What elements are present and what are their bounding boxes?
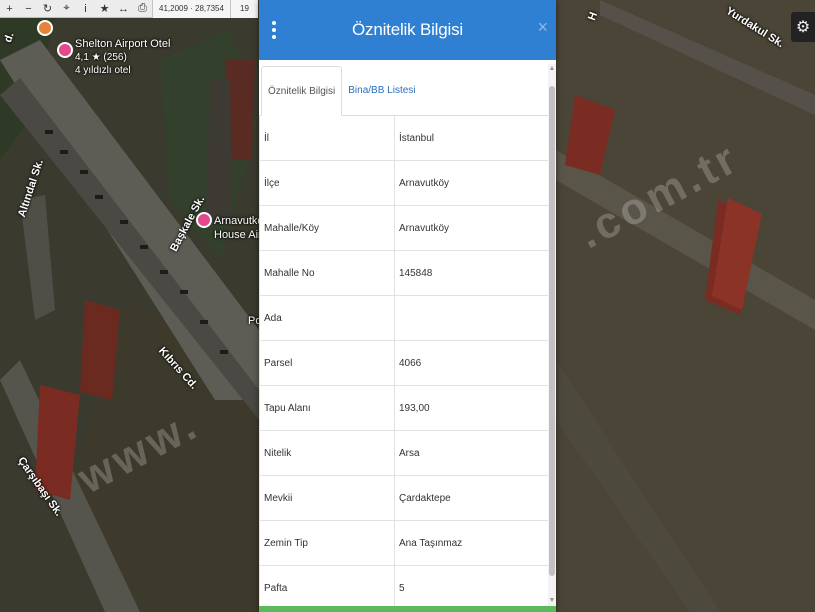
row-key: Zemin Tip bbox=[260, 521, 395, 565]
row-key: Ada bbox=[260, 296, 395, 340]
zoom-level-readout: 19 bbox=[229, 0, 258, 18]
poi-rating-shelton: 4,1 ★ (256) bbox=[75, 52, 127, 63]
table-row: Ada bbox=[260, 296, 548, 341]
table-row: Tapu Alanı 193,00 bbox=[260, 386, 548, 431]
row-value: İstanbul bbox=[399, 132, 435, 144]
print-button[interactable]: ⎙ bbox=[133, 0, 152, 18]
modal-title: Öznitelik Bilgisi bbox=[352, 20, 463, 39]
favorite-button[interactable]: ★ bbox=[95, 0, 114, 18]
row-key: Mahalle/Köy bbox=[260, 206, 395, 250]
row-value: Çardaktepe bbox=[399, 492, 451, 504]
modal-header: Öznitelik Bilgisi × bbox=[259, 0, 556, 60]
table-row: Parsel 4066 bbox=[260, 341, 548, 386]
row-value: Arnavutköy bbox=[399, 222, 450, 234]
kebab-menu-icon[interactable] bbox=[259, 0, 289, 60]
zoom-out-button[interactable]: − bbox=[19, 0, 38, 18]
row-value bbox=[395, 296, 548, 340]
refresh-button[interactable]: ↻ bbox=[38, 0, 57, 18]
hotel-marker-icon[interactable] bbox=[196, 212, 212, 228]
scroll-up-arrow-icon[interactable]: ▲ bbox=[548, 64, 556, 74]
table-row: Mahalle No 145848 bbox=[260, 251, 548, 296]
row-key: İlçe bbox=[260, 161, 395, 205]
coordinate-readout: 41,2009 · 28,7354 bbox=[152, 0, 230, 18]
row-key: Mevkii bbox=[260, 476, 395, 520]
settings-button[interactable]: ⚙ bbox=[791, 12, 815, 42]
table-row: İl İstanbul bbox=[260, 116, 548, 161]
zoom-in-button[interactable]: + bbox=[0, 0, 19, 18]
tab-bar: Öznitelik Bilgisi Bina/BB Listesi bbox=[259, 60, 556, 116]
map-pin-icon[interactable] bbox=[37, 20, 53, 36]
hotel-marker-icon[interactable] bbox=[57, 42, 73, 58]
table-row: Nitelik Arsa bbox=[260, 431, 548, 476]
modal-body[interactable]: Öznitelik Bilgisi Bina/BB Listesi İl İsta… bbox=[259, 60, 556, 606]
info-button[interactable]: i bbox=[76, 0, 95, 18]
table-row: Pafta 5 bbox=[260, 566, 548, 606]
row-value: 5 bbox=[399, 582, 405, 594]
tab-attribute-info[interactable]: Öznitelik Bilgisi bbox=[261, 66, 343, 116]
row-key: Mahalle No bbox=[260, 251, 395, 295]
row-key: Nitelik bbox=[260, 431, 395, 475]
poi-subtitle-shelton: 4 yıldızlı otel bbox=[75, 65, 131, 76]
row-value: 193,00 bbox=[399, 402, 430, 414]
row-value: Arsa bbox=[399, 447, 420, 459]
table-row: Zemin Tip Ana Taşınmaz bbox=[260, 521, 548, 566]
row-value: 4066 bbox=[399, 357, 422, 369]
poi-name-shelton[interactable]: Shelton Airport Otel bbox=[75, 38, 170, 50]
tab-building-list[interactable]: Bina/BB Listesi bbox=[342, 65, 421, 115]
row-key: Tapu Alanı bbox=[260, 386, 395, 430]
measure-button[interactable]: ↔ bbox=[114, 0, 133, 18]
row-value: 145848 bbox=[399, 267, 433, 279]
gear-icon: ⚙ bbox=[795, 19, 811, 36]
map-toolbar: + − ↻ ⌖ i ★ ↔ ⎙ 41,2009 · 28,7354 19 bbox=[0, 0, 258, 18]
row-value: Ana Taşınmaz bbox=[399, 537, 463, 549]
scrollbar-thumb[interactable] bbox=[549, 86, 555, 576]
table-row: İlçe Arnavutköy bbox=[260, 161, 548, 206]
attribute-info-modal: Öznitelik Bilgisi × Öznitelik Bilgisi Bi… bbox=[259, 0, 556, 612]
scrollbar[interactable]: ▲ ▼ bbox=[548, 64, 556, 606]
modal-footer-bar bbox=[259, 606, 556, 612]
close-icon[interactable]: × bbox=[537, 17, 548, 38]
row-key: Pafta bbox=[260, 566, 395, 606]
row-value: Arnavutköy bbox=[399, 177, 450, 189]
scroll-down-arrow-icon[interactable]: ▼ bbox=[548, 596, 556, 606]
table-row: Mahalle/Köy Arnavutköy bbox=[260, 206, 548, 251]
locate-button[interactable]: ⌖ bbox=[57, 0, 76, 18]
row-key: Parsel bbox=[260, 341, 395, 385]
table-row: Mevkii Çardaktepe bbox=[260, 476, 548, 521]
attribute-table: İl İstanbul İlçe Arnavutköy Mahalle/Köy Arn… bbox=[259, 116, 548, 606]
row-key: İl bbox=[260, 116, 395, 160]
